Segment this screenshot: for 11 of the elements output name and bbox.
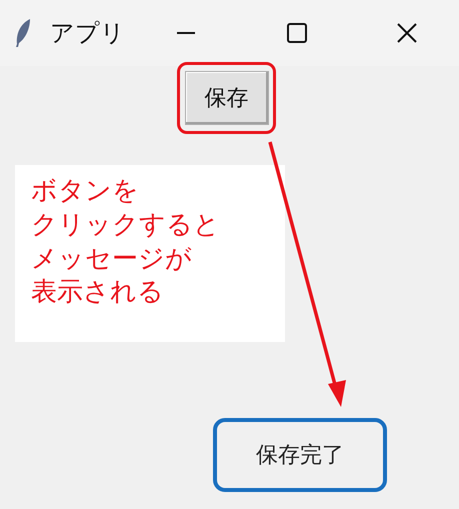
save-button[interactable]: 保存: [184, 71, 268, 125]
window-title: アプリ: [50, 18, 125, 49]
annotation-text: 表示される: [31, 276, 164, 310]
annotation-text: クリックすると: [31, 208, 220, 242]
close-icon: [396, 22, 418, 44]
minimize-icon: [176, 32, 196, 34]
feather-icon: [14, 18, 32, 48]
maximize-icon: [286, 22, 308, 44]
annotation-text: ボタンを: [31, 175, 139, 208]
annotation-text: メッセージが: [31, 242, 192, 276]
message-label: 保存完了: [256, 442, 344, 470]
